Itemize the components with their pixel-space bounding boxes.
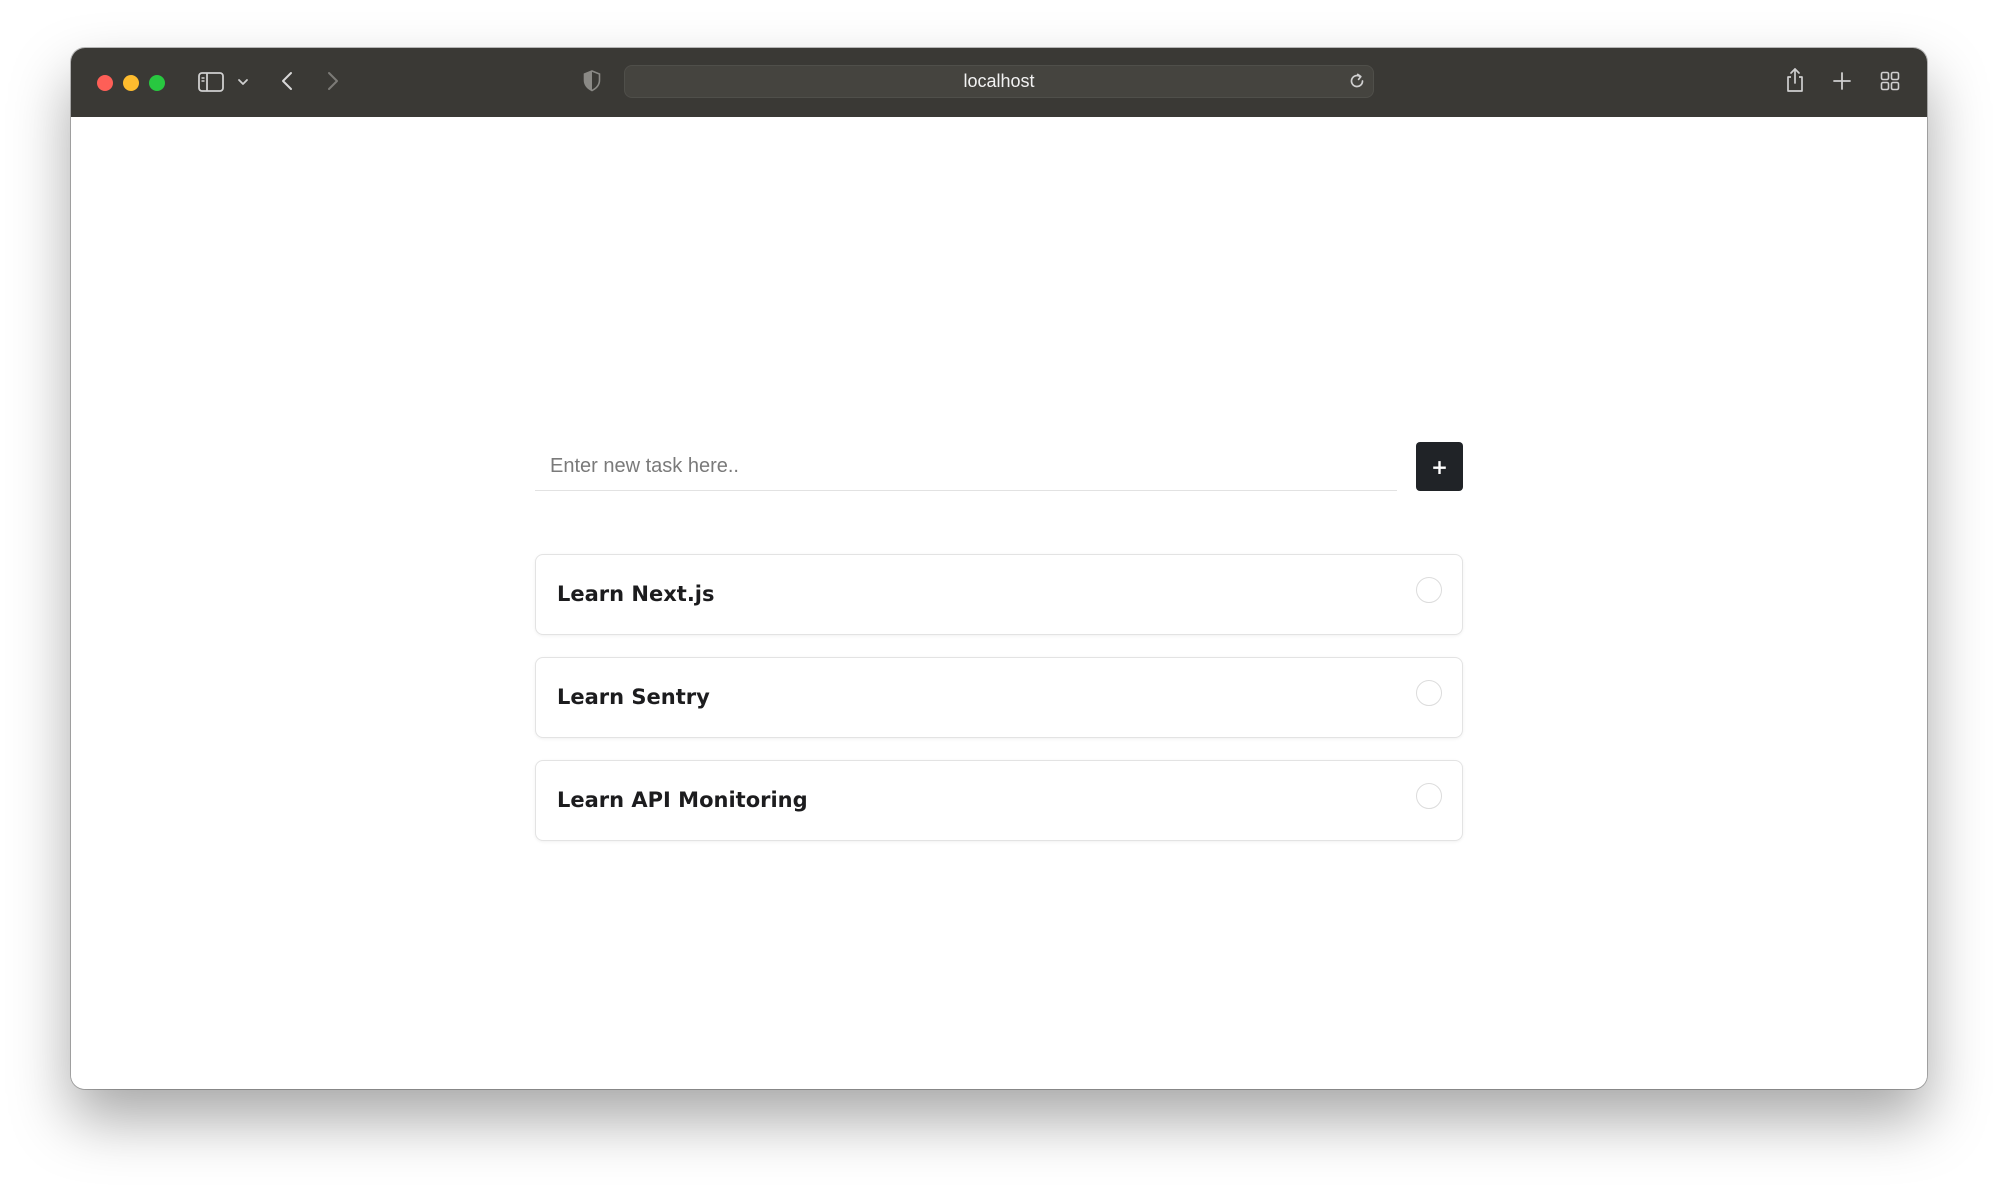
minimize-window-button[interactable] xyxy=(123,75,139,91)
back-icon[interactable] xyxy=(279,69,295,93)
shield-icon[interactable] xyxy=(582,69,602,93)
task-item: Learn Next.js xyxy=(535,554,1463,635)
chevron-down-icon[interactable] xyxy=(236,76,250,88)
new-tab-icon[interactable] xyxy=(1831,70,1853,92)
new-task-input[interactable] xyxy=(535,442,1397,491)
close-window-button[interactable] xyxy=(97,75,113,91)
browser-window: localhost + Learn Next.js Learn Sentry xyxy=(71,48,1927,1089)
browser-toolbar: localhost xyxy=(71,48,1927,117)
task-list: Learn Next.js Learn Sentry Learn API Mon… xyxy=(535,554,1463,863)
sidebar-icon[interactable] xyxy=(197,70,225,94)
address-bar[interactable]: localhost xyxy=(624,65,1374,98)
new-task-form: + xyxy=(535,442,1463,492)
task-label: Learn Sentry xyxy=(557,685,710,709)
zoom-window-button[interactable] xyxy=(149,75,165,91)
forward-icon[interactable] xyxy=(325,69,341,93)
task-item: Learn Sentry xyxy=(535,657,1463,738)
page-content: + Learn Next.js Learn Sentry Learn API M… xyxy=(71,117,1927,1089)
tab-overview-icon[interactable] xyxy=(1879,70,1901,92)
task-item: Learn API Monitoring xyxy=(535,760,1463,841)
task-complete-toggle[interactable] xyxy=(1416,783,1442,809)
add-task-button[interactable]: + xyxy=(1416,442,1463,491)
task-complete-toggle[interactable] xyxy=(1416,680,1442,706)
task-complete-toggle[interactable] xyxy=(1416,577,1442,603)
reload-icon[interactable] xyxy=(1348,72,1366,95)
address-text: localhost xyxy=(963,71,1035,91)
task-label: Learn Next.js xyxy=(557,582,715,606)
task-label: Learn API Monitoring xyxy=(557,788,808,812)
share-icon[interactable] xyxy=(1783,65,1807,95)
